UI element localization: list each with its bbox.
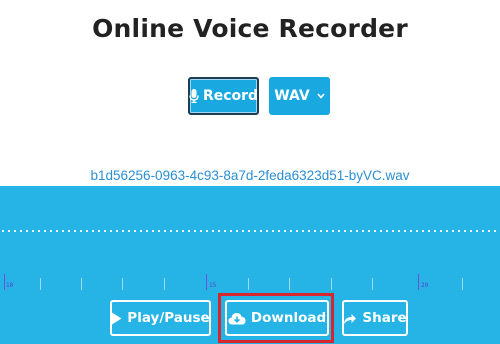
share-icon: [343, 312, 357, 325]
timeline-label-15: 15: [209, 282, 217, 289]
timeline-major-tick: [206, 274, 207, 290]
record-button-label: Record: [202, 88, 259, 104]
timeline-tick: [122, 278, 123, 290]
download-highlight-frame: [218, 293, 334, 343]
play-pause-button[interactable]: Play/Pause: [110, 300, 211, 336]
timeline-label-10: 10: [6, 282, 14, 289]
timeline-label-20: 20: [421, 282, 429, 289]
timeline-major-tick: [418, 274, 419, 290]
timeline-tick: [40, 278, 41, 290]
timeline-tick: [289, 278, 290, 290]
timeline-ruler[interactable]: 10 15 20: [0, 274, 500, 294]
timeline-tick: [331, 278, 332, 290]
timeline-tick: [164, 278, 165, 290]
format-select[interactable]: WAV: [269, 77, 330, 115]
chevron-down-icon: [317, 93, 325, 99]
recording-filename-link[interactable]: b1d56256-0963-4c93-8a7d-2feda6323d51-byV…: [0, 168, 500, 183]
share-button[interactable]: Share: [342, 300, 408, 336]
timeline-tick: [372, 278, 373, 290]
format-select-label: WAV: [274, 88, 310, 104]
play-pause-label: Play/Pause: [127, 310, 210, 326]
play-icon: [111, 312, 122, 325]
page-title: Online Voice Recorder: [92, 14, 408, 43]
timeline-tick: [81, 278, 82, 290]
timeline-major-tick: [4, 274, 5, 290]
waveform-line: [0, 230, 500, 232]
share-label: Share: [362, 310, 407, 326]
timeline-tick: [248, 278, 249, 290]
record-button[interactable]: Record: [188, 77, 259, 115]
timeline-tick: [462, 278, 463, 290]
recorder-controls: Record WAV: [0, 77, 500, 115]
microphone-icon: [189, 89, 199, 103]
